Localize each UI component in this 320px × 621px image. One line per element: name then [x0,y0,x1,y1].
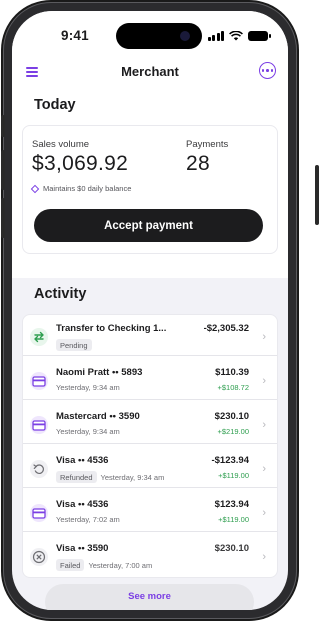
card-icon [30,416,48,434]
activity-row[interactable]: Visa •• 4536 Yesterday, 7:02 am $123.94 +$1… [23,494,277,532]
activity-row-amount: -$2,305.32 [203,323,249,334]
activity-row-amount: -$123.94 [211,455,249,466]
sales-volume-value: $3,069.92 [32,152,129,175]
status-time: 9:41 [61,28,89,43]
activity-row-subtitle: Yesterday, 9:34 am [56,427,120,436]
signal-icon [207,31,224,41]
activity-heading: Activity [34,286,87,302]
activity-row-title: Naomi Pratt •• 5893 [56,367,143,378]
see-more-button[interactable]: See more [45,584,254,610]
activity-row-time: Yesterday, 9:34 am [56,427,120,436]
activity-row-subtitle: Yesterday, 9:34 am [56,383,120,392]
activity-row-amount: $123.94 [214,499,249,510]
page-title: Merchant [121,64,179,79]
balance-note: Maintains $0 daily balance [30,184,132,193]
status-badge: Pending [56,339,92,351]
refund-icon [30,460,48,478]
activity-row-title: Transfer to Checking 1... [56,323,167,334]
status-badge: Failed [56,559,85,571]
activity-row[interactable]: Visa •• 3590 Failed Yesterday, 7:00 am $230… [23,538,277,576]
status-bar: 9:41 [12,11,288,55]
today-heading: Today [34,97,76,113]
activity-row-title: Visa •• 4536 [56,499,109,510]
payments-value: 28 [186,152,210,175]
activity-row-subtitle: Refunded Yesterday, 9:34 am [56,471,164,483]
diamond-icon [30,184,40,193]
activity-row-net-amount: +$119.00 [218,515,249,524]
chevron-right-icon: › [262,375,266,387]
activity-row[interactable]: Visa •• 4536 Refunded Yesterday, 9:34 am -$… [23,450,277,488]
sales-summary-card: Sales volume $3,069.92 Payments 28 Maint… [22,125,278,254]
activity-row[interactable]: Mastercard •• 3590 Yesterday, 9:34 am $230… [23,406,277,444]
nav-bar: Merchant [12,61,288,85]
payments-label: Payments [186,139,229,150]
activity-row[interactable]: Transfer to Checking 1... Pending -$2,305.… [23,318,277,356]
activity-row-subtitle: Yesterday, 7:02 am [56,515,120,524]
power-button [315,165,319,225]
activity-row-title: Mastercard •• 3590 [56,411,140,422]
failed-icon [30,548,48,566]
dynamic-island [116,23,202,49]
volume-up-button [1,150,5,190]
screen: 9:41 Merchant Today Sales volume $3,069.… [12,11,288,610]
balance-note-text: Maintains $0 daily balance [43,184,132,193]
transfer-icon [30,328,48,346]
activity-row-subtitle: Failed Yesterday, 7:00 am [56,559,152,571]
volume-down-button [1,198,5,238]
activity-row[interactable]: Naomi Pratt •• 5893 Yesterday, 9:34 am $11… [23,362,277,400]
activity-row-subtitle: Pending [56,339,92,351]
chevron-right-icon: › [262,331,266,343]
status-badge: Refunded [56,471,97,483]
activity-row-net-amount: +$119.00 [218,471,249,480]
more-options-icon[interactable] [259,62,276,79]
chevron-right-icon: › [262,419,266,431]
activity-row-amount: $230.10 [214,543,249,554]
activity-list: Transfer to Checking 1... Pending -$2,305.… [22,314,278,578]
activity-row-title: Visa •• 3590 [56,543,109,554]
status-icons [207,31,271,41]
wifi-icon [229,31,243,41]
card-icon [30,504,48,522]
activity-row-amount: $230.10 [214,411,249,422]
activity-row-net-amount: +$219.00 [217,427,250,436]
accept-payment-button[interactable]: Accept payment [34,209,263,242]
activity-row-net-amount: +$108.72 [217,383,250,392]
chevron-right-icon: › [262,507,266,519]
action-button [1,115,5,137]
activity-row-time: Yesterday, 9:34 am [56,383,120,392]
activity-row-amount: $110.39 [215,367,249,378]
card-icon [30,372,48,390]
sales-volume-label: Sales volume [32,139,90,150]
chevron-right-icon: › [262,463,266,475]
camera-icon [180,31,190,41]
activity-row-title: Visa •• 4536 [56,455,109,466]
activity-row-time: Yesterday, 9:34 am [100,472,165,482]
activity-row-time: Yesterday, 7:00 am [88,560,153,570]
activity-row-time: Yesterday, 7:02 am [56,515,120,524]
battery-icon [248,31,271,41]
chevron-right-icon: › [262,551,266,563]
